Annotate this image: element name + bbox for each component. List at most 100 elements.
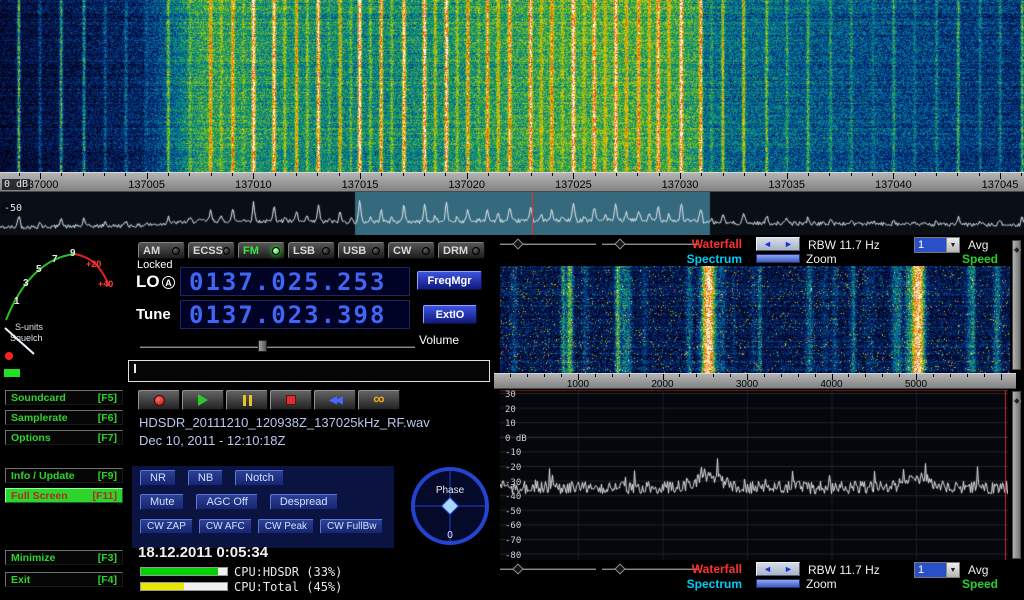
mode-led-icon bbox=[172, 247, 180, 255]
combo-arrow-icon[interactable]: ▼ bbox=[946, 563, 959, 577]
avg-combo[interactable]: 1▼ bbox=[914, 562, 960, 578]
button-label: Info / Update bbox=[11, 470, 75, 482]
despread-button[interactable]: Despread bbox=[270, 494, 338, 510]
zoom-level-bar[interactable] bbox=[756, 579, 800, 588]
main-waterfall-display[interactable] bbox=[0, 0, 1024, 172]
record-button[interactable] bbox=[138, 390, 180, 410]
pause-button[interactable] bbox=[226, 390, 268, 410]
pan-slider-1-thumb[interactable] bbox=[512, 563, 523, 574]
scale-tick bbox=[957, 173, 958, 176]
spectrum-db-mid-label: -50 bbox=[2, 203, 24, 214]
lo-lock-icon[interactable]: A bbox=[162, 276, 175, 289]
display-controls-top: Waterfall◄►RBW 11.7 Hz1▼AvgSpectrumZoomS… bbox=[496, 237, 1024, 266]
avg-combo[interactable]: 1▼ bbox=[914, 237, 960, 253]
zoom-left-icon[interactable]: ◄ bbox=[763, 239, 772, 249]
scale-tick bbox=[933, 374, 934, 377]
db-axis-label: -60 bbox=[505, 521, 521, 531]
mute-button[interactable]: Mute bbox=[140, 494, 184, 510]
button-fkey: [F9] bbox=[98, 470, 117, 482]
cw-afc-button[interactable]: CW AFC bbox=[199, 519, 252, 534]
mode-button-lsb[interactable]: LSB bbox=[288, 242, 335, 259]
frequency-scale-label: 1000 bbox=[567, 379, 589, 390]
scale-tick bbox=[275, 173, 276, 176]
frequency-scale-label: 137025 bbox=[555, 179, 592, 191]
scale-tick bbox=[61, 173, 62, 176]
af-frequency-scale[interactable]: 10002000300040005000 bbox=[494, 373, 1016, 389]
hdsdr-window: 1370001370051370101370151370201370251370… bbox=[0, 0, 1024, 600]
freqmgr-button[interactable]: FreqMgr bbox=[417, 271, 482, 290]
zoom-left-icon[interactable]: ◄ bbox=[763, 564, 772, 574]
button-label: Full Screen bbox=[11, 490, 68, 502]
extio-button[interactable]: ExtIO bbox=[423, 305, 477, 324]
scale-tick bbox=[730, 374, 731, 377]
waterfall-contrast-slider[interactable] bbox=[1012, 240, 1021, 370]
button-fkey: [F5] bbox=[98, 392, 117, 404]
locked-label: Locked bbox=[137, 259, 172, 271]
zoom-right-icon[interactable]: ► bbox=[784, 564, 793, 574]
tune-frequency-display[interactable]: 0137.023.398 bbox=[180, 300, 410, 329]
s-meter-tick: 5 bbox=[36, 264, 42, 275]
lo-frequency-display[interactable]: 0137.025.253 bbox=[180, 267, 410, 296]
zoom-stepper[interactable]: ◄► bbox=[756, 237, 800, 251]
display-controls-bottom: Waterfall◄►RBW 11.7 Hz1▼AvgSpectrumZoomS… bbox=[496, 562, 1024, 596]
mode-button-fm[interactable]: FM bbox=[238, 242, 285, 259]
mode-button-drm[interactable]: DRM bbox=[438, 242, 485, 259]
soundcard-button[interactable]: Soundcard[F5] bbox=[5, 390, 123, 405]
minimize-button[interactable]: Minimize[F3] bbox=[5, 550, 123, 565]
cw-zap-button[interactable]: CW ZAP bbox=[140, 519, 193, 534]
scale-tick bbox=[659, 173, 660, 176]
mode-button-am[interactable]: AM bbox=[138, 242, 185, 259]
af-spectrum-display[interactable] bbox=[500, 390, 1008, 560]
spectrum-contrast-thumb[interactable] bbox=[1013, 397, 1021, 405]
fullscreen-button[interactable]: Full Screen[F11] bbox=[5, 488, 123, 503]
stop-button[interactable] bbox=[270, 390, 312, 410]
main-spectrum-display[interactable] bbox=[0, 192, 1024, 235]
pan-slider-2-thumb[interactable] bbox=[614, 238, 625, 249]
pan-slider-2-thumb[interactable] bbox=[614, 563, 625, 574]
scale-tick bbox=[713, 374, 714, 377]
cw-fullbw-button[interactable]: CW FullBw bbox=[320, 519, 383, 534]
zoom-level-bar[interactable] bbox=[756, 254, 800, 263]
current-datetime: 18.12.2011 0:05:34 bbox=[138, 544, 268, 561]
volume-slider-thumb[interactable] bbox=[258, 340, 267, 352]
waterfall-contrast-thumb[interactable] bbox=[1013, 246, 1021, 254]
pan-slider-1-thumb[interactable] bbox=[512, 238, 523, 249]
mode-button-ecss[interactable]: ECSS bbox=[188, 242, 235, 259]
options-button[interactable]: Options[F7] bbox=[5, 430, 123, 445]
volume-slider[interactable] bbox=[140, 341, 415, 353]
playback-position-marker[interactable] bbox=[134, 364, 136, 373]
volume-label: Volume bbox=[419, 333, 459, 347]
s-meter-tick: 3 bbox=[23, 278, 29, 289]
pan-slider-1[interactable] bbox=[500, 238, 596, 250]
cw-peak-button[interactable]: CW Peak bbox=[258, 519, 314, 534]
exit-button[interactable]: Exit[F4] bbox=[5, 572, 123, 587]
nb-button[interactable]: NB bbox=[188, 470, 223, 486]
agc-off-button[interactable]: AGC Off bbox=[196, 494, 257, 510]
phase-indicator[interactable]: Phase 0 bbox=[407, 460, 493, 552]
frequency-scale-label: 137020 bbox=[448, 179, 485, 191]
play-button[interactable] bbox=[182, 390, 224, 410]
scale-tick bbox=[865, 374, 866, 377]
mode-button-cw[interactable]: CW bbox=[388, 242, 435, 259]
main-frequency-scale[interactable]: 1370001370051370101370151370201370251370… bbox=[0, 172, 1024, 192]
pan-slider-1[interactable] bbox=[500, 563, 596, 575]
combo-arrow-icon[interactable]: ▼ bbox=[946, 238, 959, 252]
notch-button[interactable]: Notch bbox=[235, 470, 284, 486]
phase-label: Phase bbox=[436, 485, 465, 496]
spectrum-contrast-slider[interactable] bbox=[1012, 391, 1021, 559]
playback-position-bar[interactable] bbox=[128, 360, 490, 382]
rewind-button[interactable]: ◀◀ bbox=[314, 390, 356, 410]
samplerate-button[interactable]: Samplerate[F6] bbox=[5, 410, 123, 425]
scale-tick bbox=[488, 173, 489, 176]
waterfall-mode-label: Waterfall bbox=[684, 237, 742, 251]
zoom-right-icon[interactable]: ► bbox=[784, 239, 793, 249]
zoom-stepper[interactable]: ◄► bbox=[756, 562, 800, 576]
db-axis-label: -80 bbox=[505, 551, 521, 561]
info-update-button[interactable]: Info / Update [F9] bbox=[5, 468, 123, 483]
db-axis-label: -40 bbox=[505, 492, 521, 502]
nr-button[interactable]: NR bbox=[140, 470, 176, 486]
mode-button-usb[interactable]: USB bbox=[338, 242, 385, 259]
loop-button[interactable]: ∞ bbox=[358, 390, 400, 410]
af-waterfall-display[interactable] bbox=[500, 266, 1010, 373]
volume-slider-track[interactable] bbox=[140, 346, 415, 348]
